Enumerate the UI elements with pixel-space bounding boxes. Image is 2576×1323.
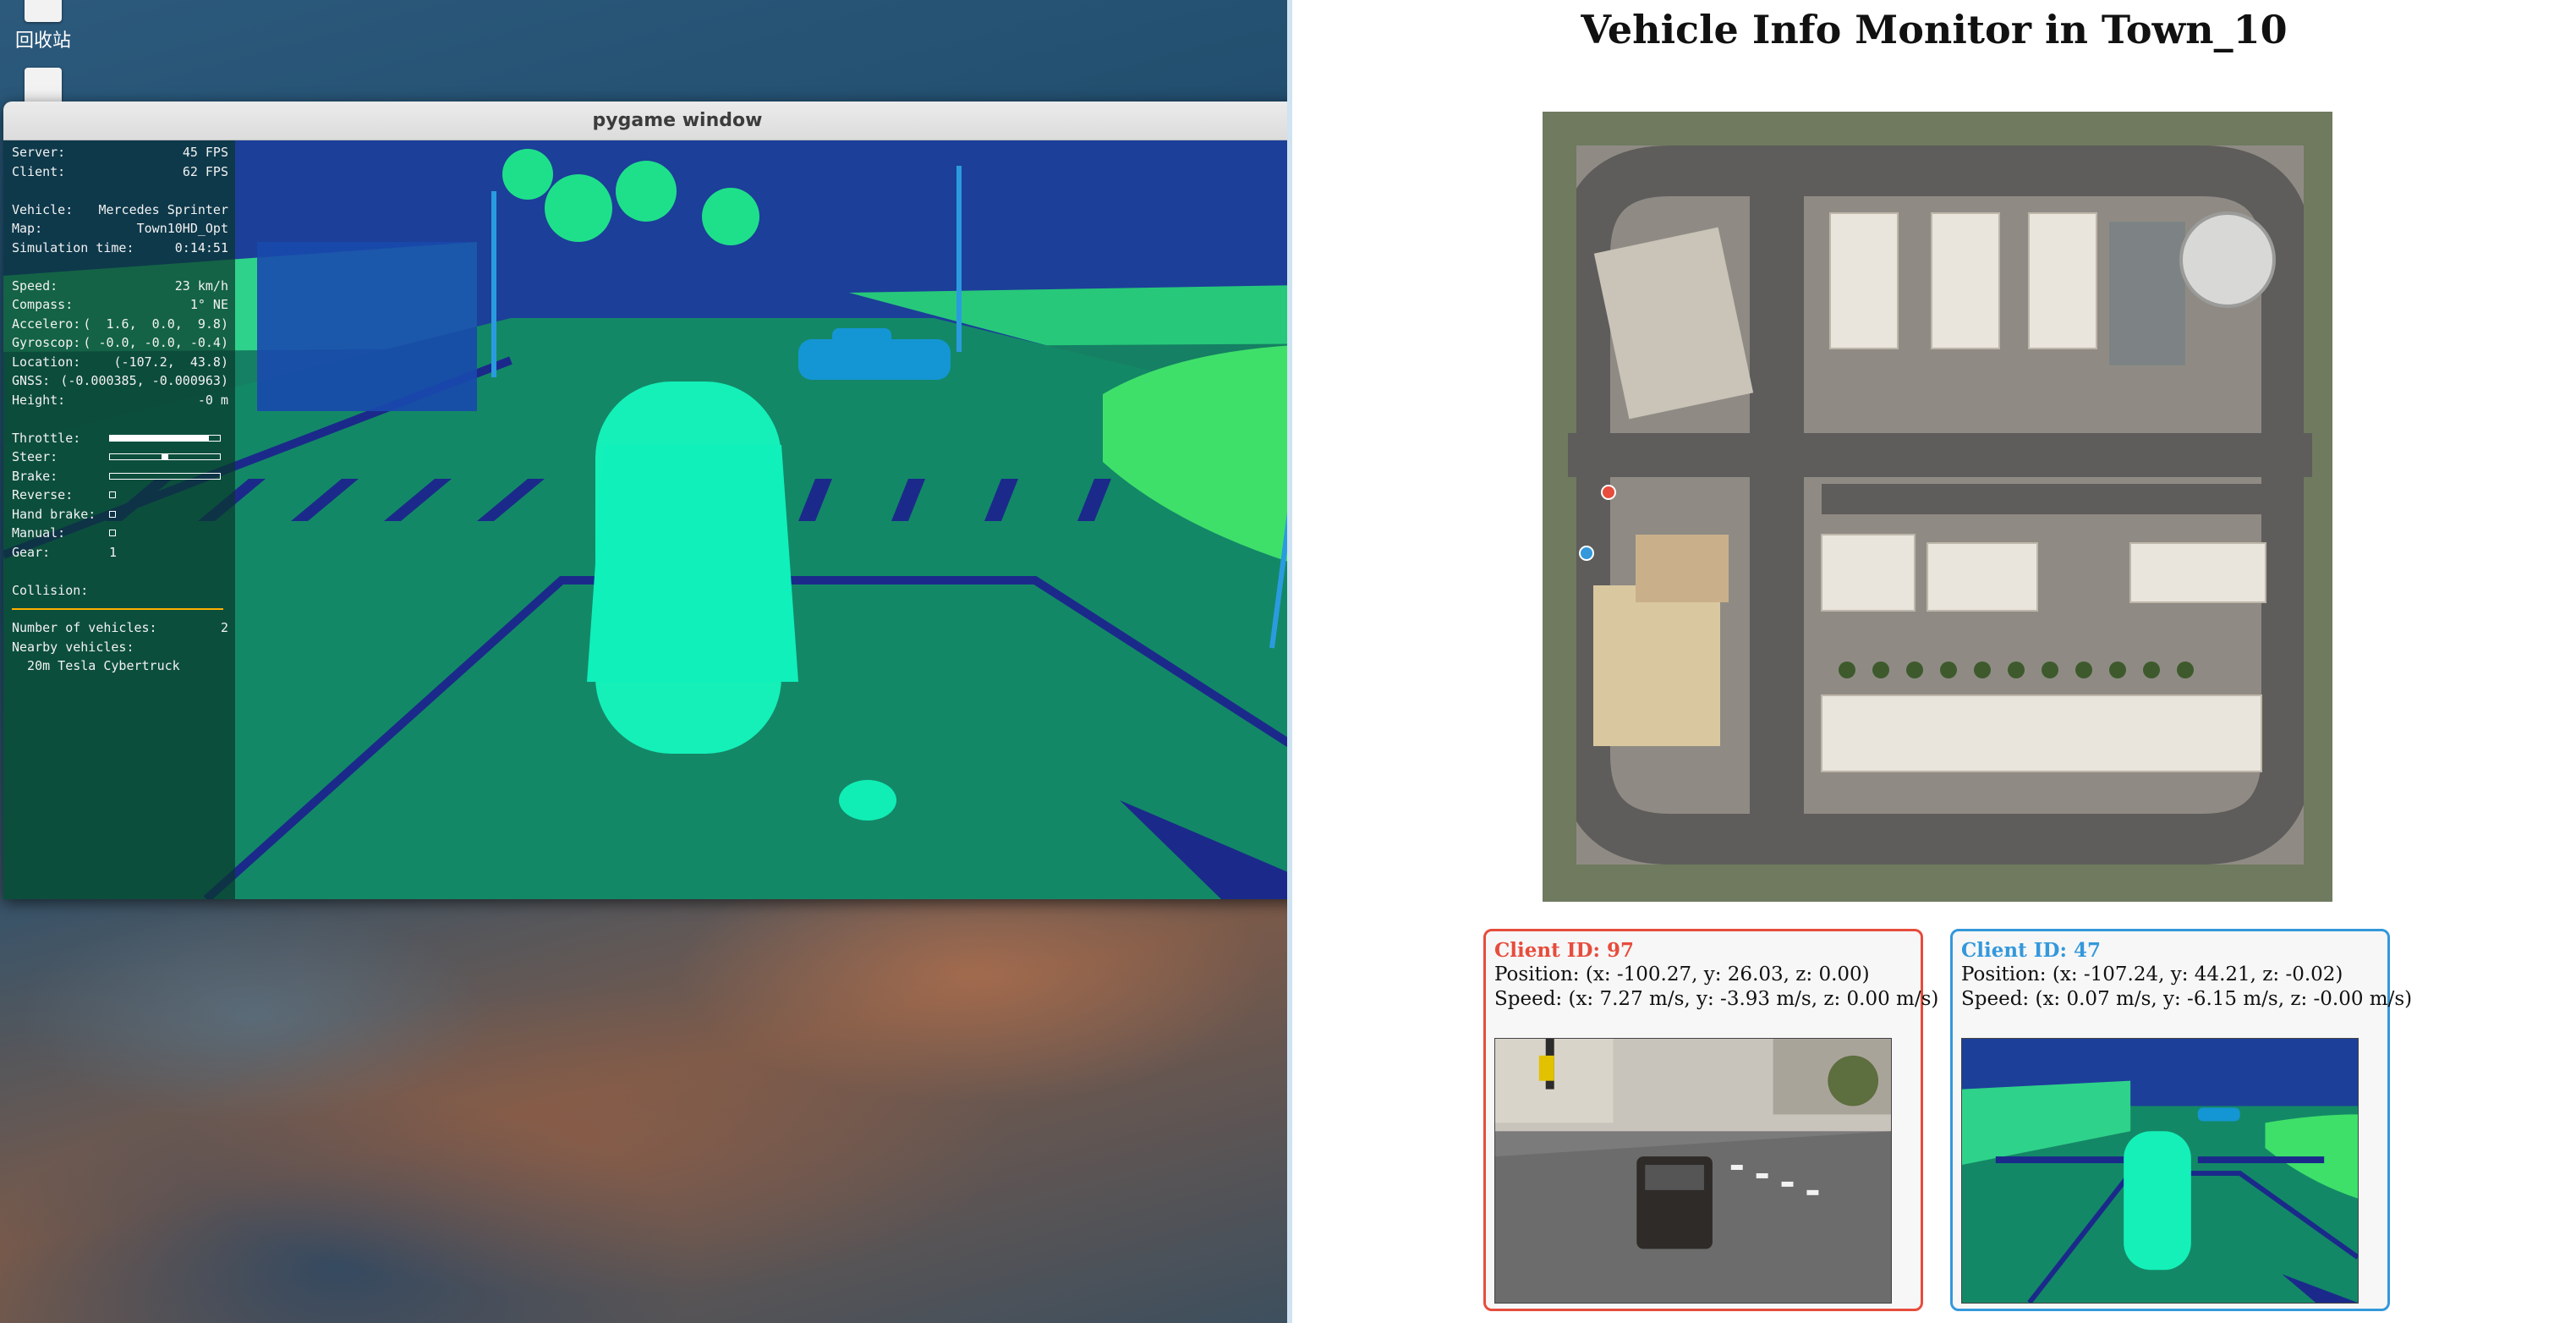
hud-overlay: Server: 45 FPS Client: 62 FPS Vehicle: Merc… <box>3 140 235 899</box>
client-camera-view-rgb <box>1494 1038 1892 1304</box>
hud-throttle: Throttle: <box>12 429 228 448</box>
hud-nearby: Nearby vehicles: <box>12 639 134 655</box>
hud-speed: Speed: 23 km/h <box>12 277 228 294</box>
client-card-97: Client ID: 97 Position: (x: -100.27, y: … <box>1483 929 1939 1311</box>
client-speed: Speed: (x: 7.27 m/s, y: -3.93 m/s, z: 0.… <box>1494 988 1939 1010</box>
trash-icon <box>25 0 62 22</box>
hud-steer: Steer: <box>12 447 228 467</box>
hud-simtime: Simulation time: 0:14:51 <box>12 239 228 255</box>
hud-gnss: GNSS: (-0.000385, -0.000963) <box>12 373 228 388</box>
client-speed: Speed: (x: 0.07 m/s, y: -6.15 m/s, z: -0… <box>1961 988 2413 1010</box>
throttle-bar-fill <box>110 435 209 441</box>
hud-map: Map: Town10HD_Opt <box>12 221 228 236</box>
hud-accelero: Accelero:( 1.6, 0.0, 9.8) <box>12 316 228 332</box>
client-camera-view-semantic <box>1961 1038 2359 1304</box>
hud-brake: Brake: <box>12 467 228 486</box>
steer-bar-marker <box>162 453 168 461</box>
hud-vehicle: Vehicle: Mercedes Sprinter <box>12 201 228 217</box>
page-title: Vehicle Info Monitor in Town_10 <box>1581 7 2288 52</box>
manual-checkbox <box>109 530 116 537</box>
hud-gear: Gear: 1 <box>12 544 118 560</box>
window-title: pygame window <box>592 110 763 131</box>
client-position: Position: (x: -100.27, y: 26.03, z: 0.00… <box>1494 963 1870 985</box>
desktop-icon-trash[interactable]: 回收站 <box>14 0 73 52</box>
reverse-checkbox <box>109 491 116 499</box>
hud-collision: Collision: <box>12 582 89 598</box>
hud-server: Server: 45 FPS <box>12 145 228 160</box>
client-id: Client ID: 97 <box>1494 939 1634 962</box>
window-titlebar[interactable]: pygame window – × <box>3 102 1351 140</box>
hud-reverse: Reverse: <box>12 486 228 505</box>
client-position: Position: (x: -107.24, y: 44.21, z: -0.0… <box>1961 963 2343 985</box>
client-id: Client ID: 47 <box>1961 939 2101 962</box>
hud-height: Height: -0 m <box>12 392 228 408</box>
vehicle-monitor-page: Vehicle Info Monitor in Town_10 Client I… <box>1287 0 2576 1323</box>
hud-location: Location: (-107.2, 43.8) <box>12 354 228 370</box>
collision-graph <box>12 608 223 610</box>
hud-num-vehicles: Number of vehicles: 2 <box>12 620 228 635</box>
hud-manual: Manual: <box>12 524 228 543</box>
hud-gyroscop: Gyroscop:( -0.0, -0.0, -0.4) <box>12 335 228 350</box>
town-map-image <box>1543 112 2332 902</box>
hud-handbrake: Hand brake: <box>12 505 228 524</box>
handbrake-checkbox <box>109 510 116 518</box>
pygame-window[interactable]: pygame window – × <box>3 102 1351 899</box>
client-card-47: Client ID: 47 Position: (x: -107.24, y: … <box>1950 929 2413 1311</box>
map-marker-client-97 <box>1601 485 1616 500</box>
desktop-icon-label: 回收站 <box>14 30 71 52</box>
map-marker-client-47 <box>1579 546 1594 561</box>
hud-compass: Compass: 1° NE <box>12 297 228 312</box>
hud-client: Client: 62 FPS <box>12 163 228 179</box>
hud-nearby-item: 20m Tesla Cybertruck <box>12 658 180 673</box>
